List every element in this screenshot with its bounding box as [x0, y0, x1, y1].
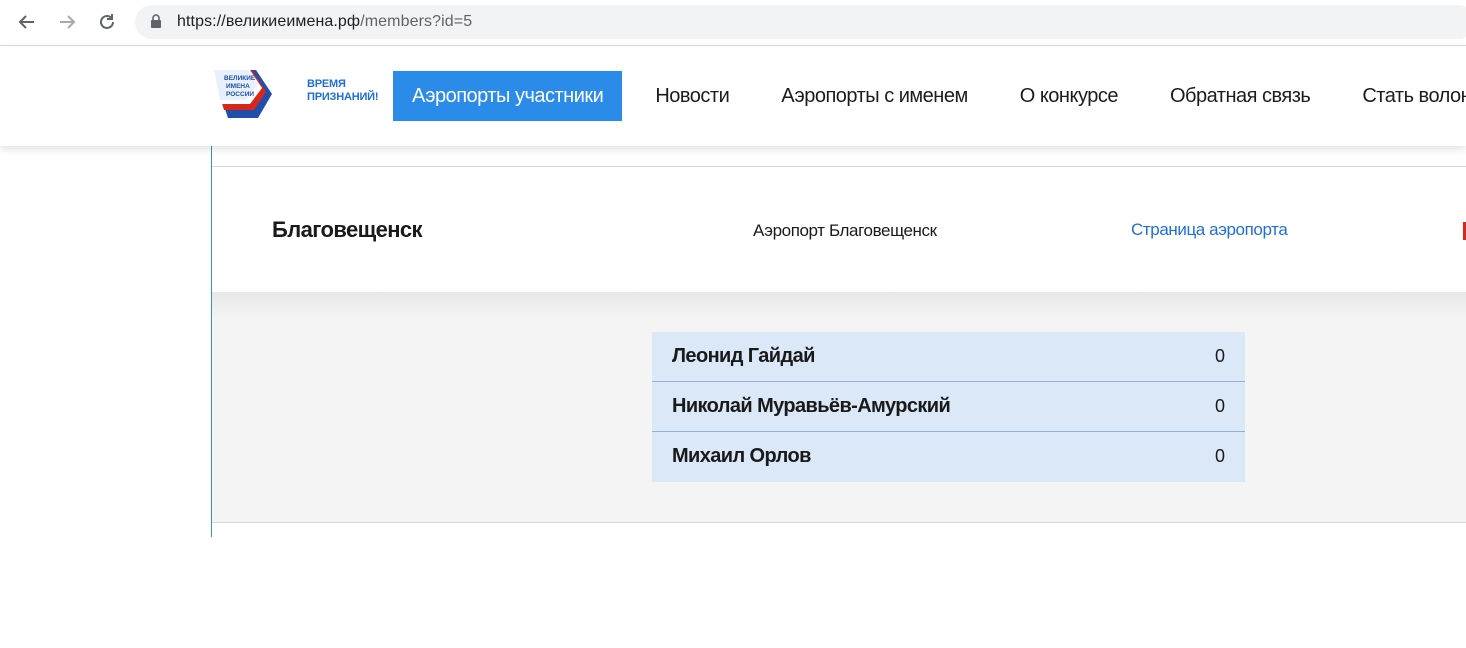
logo-text-line-2: ИМЕНА	[226, 83, 250, 90]
airport-name: Аэропорт Благовещенск	[753, 221, 937, 240]
candidates-list: Леонид Гайдай 0 Николай Муравьёв-Амурски…	[652, 332, 1245, 482]
url-host: https://великиеимена.рф	[177, 13, 361, 30]
candidate-votes: 0	[1214, 396, 1225, 416]
site-logo[interactable]: ВЕЛИКИЕ ИМЕНА РОССИИ	[212, 70, 288, 120]
browser-toolbar: https://великиеимена.рф/members?id=5	[0, 0, 1466, 46]
site-header: ВЕЛИКИЕ ИМЕНА РОССИИ ВРЕМЯ ПРИЗНАНИЙ! Аэ…	[0, 46, 1466, 146]
forward-button[interactable]	[53, 8, 81, 36]
nav-item-become-volunteer[interactable]: Стать волонтером	[1343, 71, 1466, 121]
candidates-section: Леонид Гайдай 0 Николай Муравьёв-Амурски…	[212, 292, 1466, 523]
airport-city: Благовещенск	[272, 217, 423, 242]
candidate-name: Николай Муравьёв-Амурский	[672, 395, 951, 417]
logo-slogan: ВРЕМЯ ПРИЗНАНИЙ!	[307, 78, 379, 104]
lock-icon	[151, 14, 161, 28]
logo-text-line-1: ВЕЛИКИЕ	[224, 75, 256, 82]
reload-icon	[100, 14, 114, 29]
arrow-left-icon	[18, 15, 34, 29]
airport-row: Благовещенск Аэропорт Благовещенск Стран…	[212, 166, 1466, 293]
nav-item-named-airports[interactable]: Аэропорты с именем	[762, 71, 986, 121]
address-bar[interactable]: https://великиеимена.рф/members?id=5	[135, 5, 1466, 39]
url-path: /members?id=5	[360, 13, 473, 30]
nav-item-feedback[interactable]: Обратная связь	[1151, 71, 1329, 121]
candidate-name: Леонид Гайдай	[672, 345, 815, 367]
main-nav: Аэропорты участники Новости Аэропорты с …	[393, 71, 1466, 121]
slogan-line-1: ВРЕМЯ	[307, 78, 346, 90]
nav-item-about-contest[interactable]: О конкурсе	[1001, 71, 1137, 121]
url-text: https://великиеимена.рф/members?id=5	[177, 12, 472, 32]
content-spacer	[212, 146, 1466, 166]
candidate-name: Михаил Орлов	[672, 445, 811, 467]
nav-item-participating-airports[interactable]: Аэропорты участники	[393, 71, 623, 121]
slogan-line-2: ПРИЗНАНИЙ!	[307, 91, 379, 103]
candidate-votes: 0	[1214, 446, 1225, 466]
back-button[interactable]	[13, 8, 41, 36]
airport-page-link[interactable]: Страница аэропорта	[1131, 220, 1288, 240]
candidate-row[interactable]: Николай Муравьёв-Амурский 0	[652, 382, 1245, 432]
nav-item-news[interactable]: Новости	[636, 71, 748, 121]
candidate-row[interactable]: Михаил Орлов 0	[652, 432, 1245, 482]
logo-text-line-3: РОССИИ	[226, 91, 254, 98]
candidate-votes: 0	[1214, 346, 1225, 366]
reload-button[interactable]	[93, 8, 121, 36]
arrow-right-icon	[60, 15, 76, 29]
candidate-row[interactable]: Леонид Гайдай 0	[652, 332, 1245, 382]
